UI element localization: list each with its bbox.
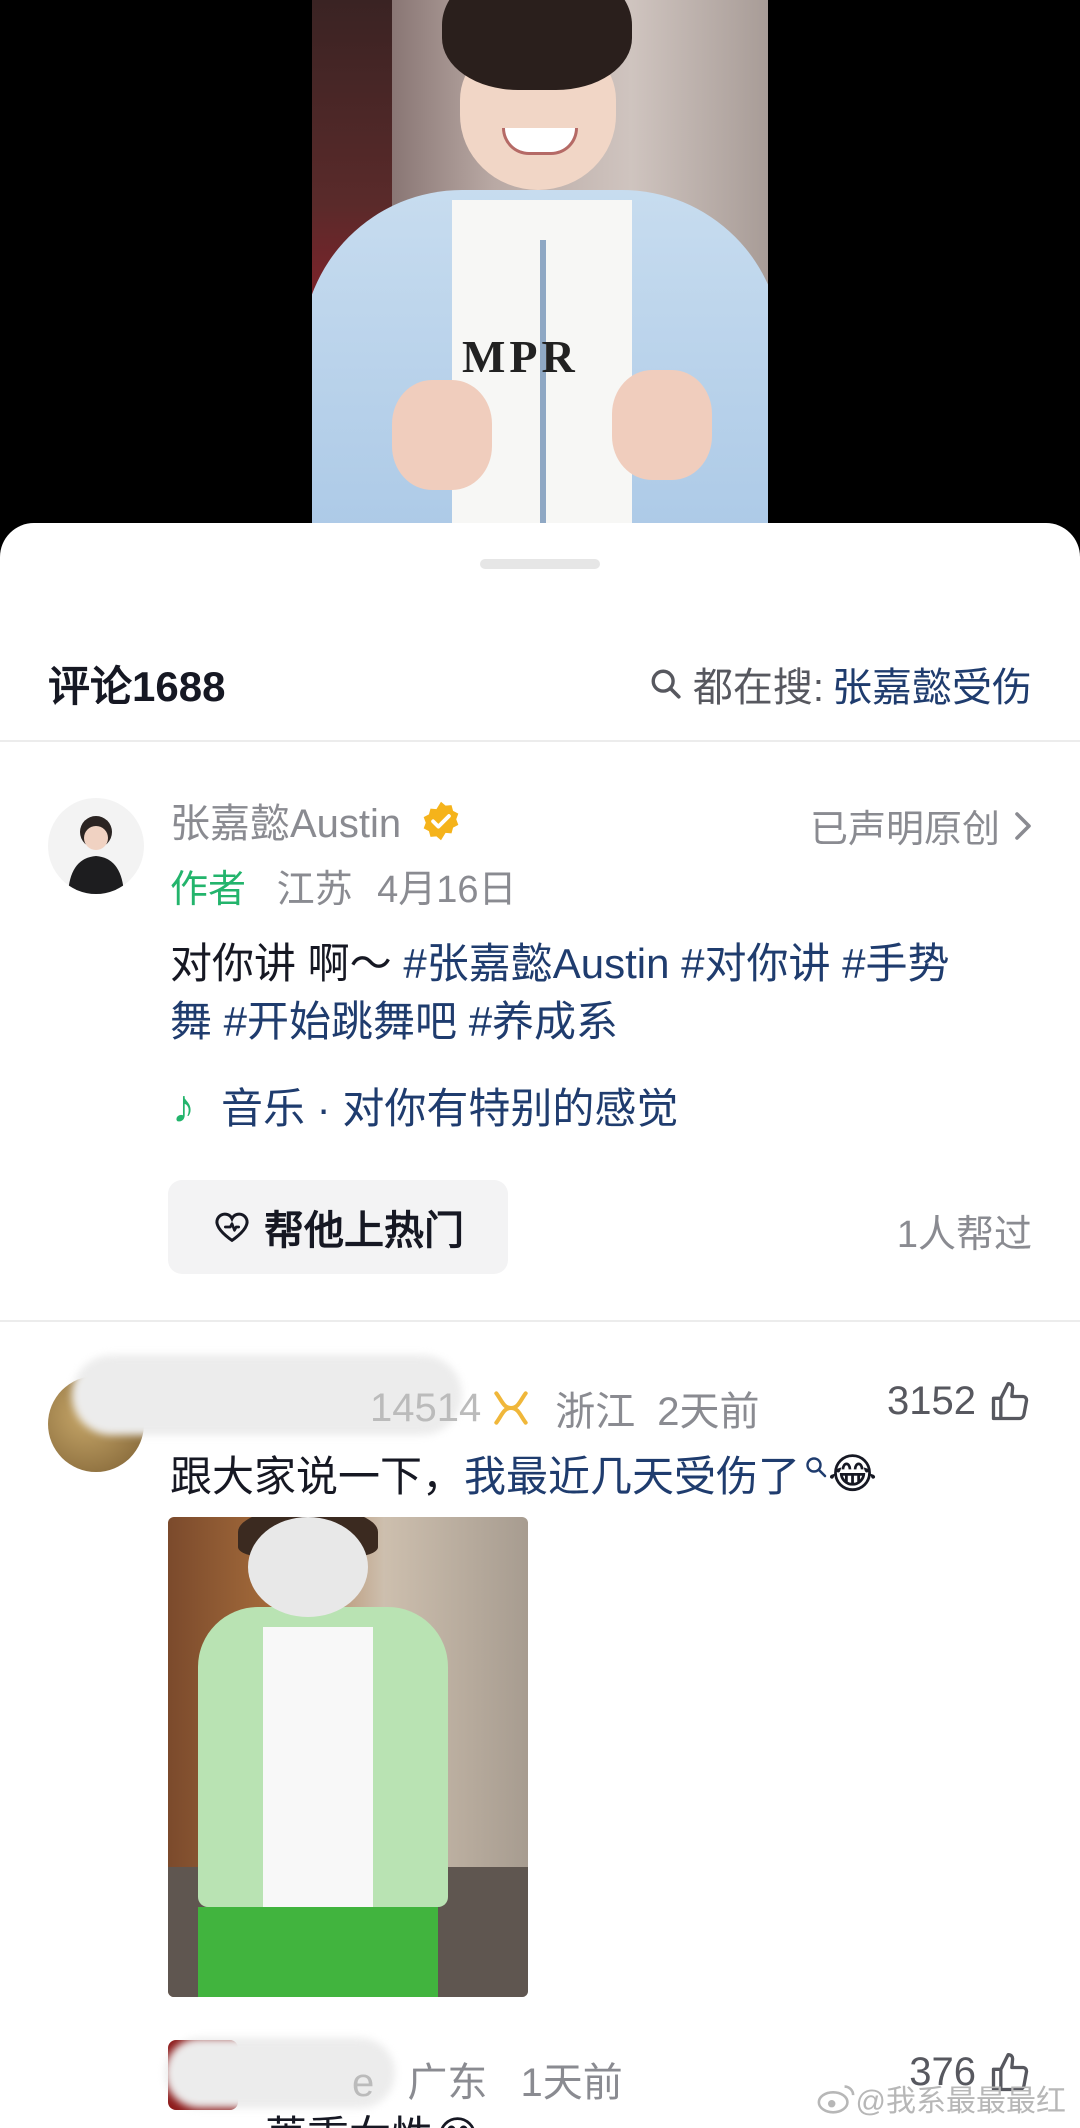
comment-image[interactable] bbox=[168, 1517, 528, 1997]
commenter-name[interactable]: 14514 bbox=[370, 1386, 481, 1431]
post-date: 4月16日 bbox=[377, 869, 517, 911]
verified-badge-icon bbox=[420, 800, 462, 852]
video-player[interactable]: MPR bbox=[0, 0, 1080, 560]
music-title: 音乐 · 对你有特别的感觉 bbox=[221, 1085, 679, 1132]
music-link[interactable]: ♪ 音乐 · 对你有特别的感觉 bbox=[172, 1075, 678, 1136]
heart-boost-icon bbox=[215, 1212, 249, 1243]
weibo-logo-icon bbox=[817, 2085, 854, 2114]
laugh-emoji-icon: 😂 bbox=[828, 1450, 878, 1497]
hashtags-line1[interactable]: #张嘉懿Austin #对你讲 #手势 bbox=[403, 940, 949, 987]
like-button[interactable]: 3152 bbox=[887, 1379, 1032, 1424]
comment-location: 广东 bbox=[407, 2061, 488, 2105]
author-tag: 作者 bbox=[170, 869, 247, 911]
boost-count: 1人帮过 bbox=[896, 1214, 1032, 1256]
drag-handle[interactable] bbox=[480, 559, 600, 569]
hot-search-keyword: 张嘉懿受伤 bbox=[832, 666, 1032, 710]
search-small-icon bbox=[806, 1456, 827, 1477]
author-name: 张嘉懿Austin bbox=[170, 802, 402, 846]
comment-search-link[interactable]: 我最近几天受伤了 bbox=[464, 1443, 800, 1504]
author-avatar[interactable] bbox=[48, 798, 144, 894]
watermark: @我系最最最红 bbox=[816, 2076, 1066, 2120]
divider bbox=[0, 1320, 1080, 1322]
ribbon-badge-icon bbox=[494, 1391, 528, 1425]
commenter-name[interactable]: e bbox=[352, 2061, 374, 2105]
comment-location: 浙江 bbox=[555, 1390, 636, 1434]
comment-time: 1天前 bbox=[520, 2061, 623, 2105]
original-declared-label: 已声明原创 bbox=[809, 809, 1000, 851]
like-count: 3152 bbox=[887, 1379, 976, 1423]
caption-text: 对你讲 啊～ bbox=[170, 940, 404, 987]
hot-search-prefix: 都在搜: bbox=[692, 666, 824, 710]
search-icon bbox=[651, 669, 681, 699]
comment-text: 萧重女性😂 bbox=[265, 2103, 482, 2128]
watermark-text: @我系最最最红 bbox=[855, 2085, 1066, 2118]
comment-text: 跟大家说一下， 我最近几天受伤了 😂 bbox=[170, 1443, 877, 1504]
comment-sheet: 评论1688 都在搜: 张嘉懿受伤 张嘉懿Austin 作者 江苏 4月16日 … bbox=[0, 523, 1080, 2128]
hashtags-line2[interactable]: 舞 #开始跳舞吧 #养成系 bbox=[170, 998, 618, 1045]
original-declared-link[interactable]: 已声明原创 bbox=[810, 798, 1032, 853]
post-location: 江苏 bbox=[276, 869, 353, 911]
chevron-right-icon bbox=[1015, 811, 1031, 840]
author-name-row[interactable]: 张嘉懿Austin bbox=[170, 791, 462, 852]
hot-search-link[interactable]: 都在搜: 张嘉懿受伤 bbox=[649, 655, 1032, 713]
comment-time: 2天前 bbox=[657, 1390, 760, 1434]
divider bbox=[0, 740, 1080, 742]
commenter-meta: e 广东 1天前 bbox=[352, 2050, 623, 2108]
commenter-meta: 14514 浙江 2天前 bbox=[370, 1379, 759, 1437]
thumbs-up-icon bbox=[991, 1381, 1029, 1420]
author-meta: 作者 江苏 4月16日 bbox=[170, 858, 517, 913]
boost-label: 帮他上热门 bbox=[264, 1209, 464, 1253]
boost-button[interactable]: 帮他上热门 bbox=[168, 1180, 508, 1274]
comment-count-title: 评论1688 bbox=[48, 663, 226, 710]
video-frame: MPR bbox=[312, 0, 768, 560]
music-note-icon: ♪ bbox=[172, 1079, 195, 1132]
comment-text-plain: 跟大家说一下， bbox=[170, 1453, 465, 1500]
post-caption: 对你讲 啊～ #张嘉懿Austin #对你讲 #手势 舞 #开始跳舞吧 #养成系 bbox=[170, 935, 1040, 1051]
